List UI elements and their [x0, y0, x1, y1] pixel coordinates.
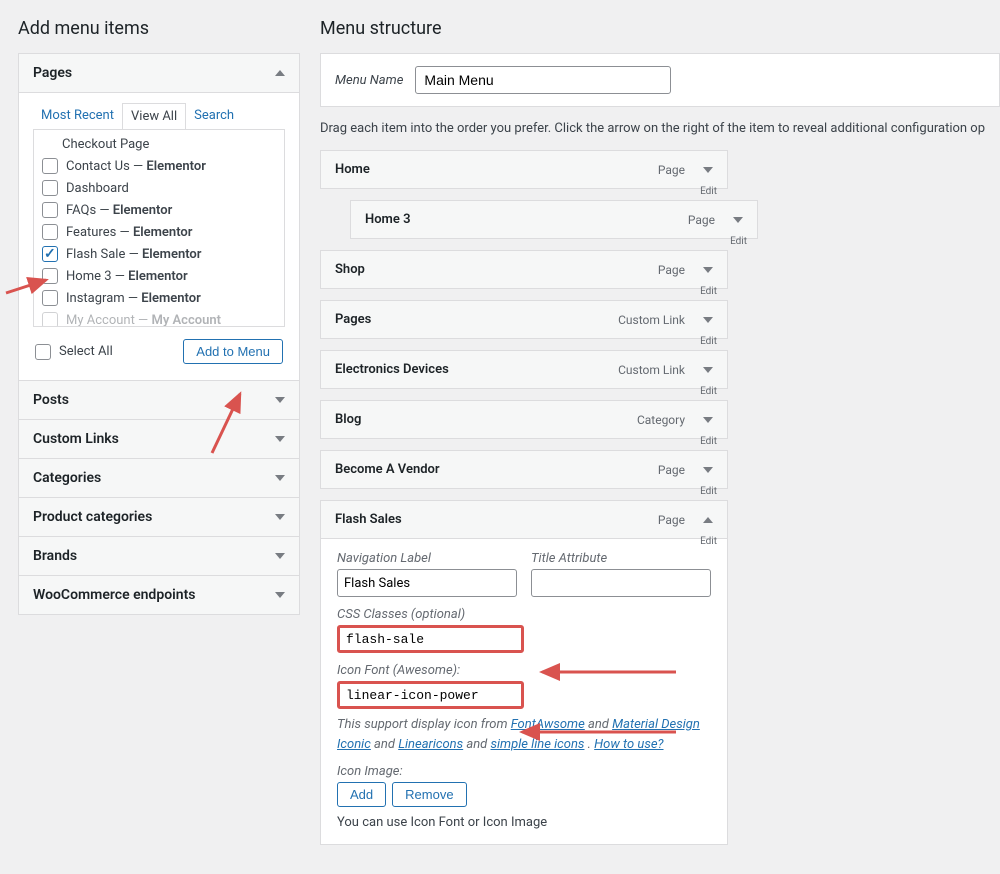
caret-down-icon[interactable] [703, 417, 713, 423]
pages-list[interactable]: Checkout Page Contact Us — Elementor Das… [33, 129, 285, 327]
tab-search[interactable]: Search [186, 103, 242, 129]
list-item[interactable]: Checkout Page [40, 134, 278, 155]
icon-note: You can use Icon Font or Icon Image [337, 815, 711, 830]
icon-font-label: Icon Font (Awesome): [337, 663, 711, 678]
list-item[interactable]: Instagram — Elementor [40, 287, 278, 309]
caret-down-icon[interactable] [733, 217, 743, 223]
menu-name-label: Menu Name [335, 73, 403, 88]
remove-icon-image-button[interactable]: Remove [392, 782, 466, 807]
page-checkbox[interactable] [42, 158, 58, 174]
icon-image-label: Icon Image: [337, 764, 711, 779]
panel-product-categories-header[interactable]: Product categories [19, 498, 299, 536]
menu-item-home-3[interactable]: Home 3 Page Edit [350, 200, 758, 239]
caret-up-icon [275, 70, 285, 76]
caret-down-icon[interactable] [703, 167, 713, 173]
link-simple-line-icons[interactable]: simple line icons [490, 737, 584, 752]
title-attr-input[interactable] [531, 569, 711, 597]
panel-pages-title: Pages [33, 65, 72, 81]
panel-posts: Posts [18, 381, 300, 420]
list-item[interactable]: Dashboard [40, 177, 278, 199]
link-linearicons[interactable]: Linearicons [398, 737, 463, 752]
caret-down-icon [275, 592, 285, 598]
pages-tabs: Most Recent View All Search [33, 103, 285, 129]
list-item[interactable]: Home 3 — Elementor [40, 265, 278, 287]
list-item[interactable]: My Account — My Account [40, 309, 278, 327]
menu-item-flash-sales[interactable]: Flash Sales Page Edit [320, 500, 728, 539]
nav-label-label: Navigation Label [337, 551, 517, 566]
page-checkbox[interactable] [42, 180, 58, 196]
menu-name-bar: Menu Name [320, 53, 1000, 107]
panel-pages: Pages Most Recent View All Search Checko… [18, 53, 300, 381]
caret-down-icon [275, 436, 285, 442]
menu-item-shop[interactable]: Shop Page Edit [320, 250, 728, 289]
panel-custom-links: Custom Links [18, 420, 300, 459]
caret-down-icon[interactable] [703, 467, 713, 473]
tab-most-recent[interactable]: Most Recent [33, 103, 122, 129]
panel-brands-header[interactable]: Brands [19, 537, 299, 575]
panel-brands: Brands [18, 537, 300, 576]
panel-posts-header[interactable]: Posts [19, 381, 299, 419]
panel-categories-header[interactable]: Categories [19, 459, 299, 497]
menu-item-flash-sales-panel: Navigation Label Title Attribute CSS Cla… [320, 539, 728, 845]
panel-categories: Categories [18, 459, 300, 498]
select-all-checkbox[interactable] [35, 344, 51, 360]
css-classes-input[interactable] [337, 625, 524, 653]
menu-item-home[interactable]: Home Page Edit [320, 150, 728, 189]
page-checkbox[interactable] [42, 202, 58, 218]
menu-name-input[interactable] [415, 66, 671, 94]
panel-woocommerce-endpoints-header[interactable]: WooCommerce endpoints [19, 576, 299, 614]
caret-down-icon [275, 475, 285, 481]
panel-product-categories: Product categories [18, 498, 300, 537]
list-item[interactable]: Flash Sale — Elementor [40, 243, 278, 265]
caret-down-icon[interactable] [703, 367, 713, 373]
caret-down-icon[interactable] [703, 267, 713, 273]
menu-item-vendor[interactable]: Become A Vendor Page Edit [320, 450, 728, 489]
page-checkbox-flash-sale[interactable] [42, 246, 58, 262]
panel-pages-header[interactable]: Pages [19, 54, 299, 93]
add-to-menu-button[interactable]: Add to Menu [183, 339, 283, 364]
caret-down-icon[interactable] [703, 317, 713, 323]
menu-item-pages[interactable]: Pages Custom Link Edit [320, 300, 728, 339]
link-fontawesome[interactable]: FontAwsome [511, 717, 585, 732]
caret-down-icon [275, 553, 285, 559]
drag-help-text: Drag each item into the order you prefer… [320, 121, 1000, 136]
list-item[interactable]: Features — Elementor [40, 221, 278, 243]
page-checkbox[interactable] [42, 290, 58, 306]
caret-down-icon [275, 514, 285, 520]
page-checkbox[interactable] [42, 312, 58, 327]
page-checkbox[interactable] [42, 268, 58, 284]
title-attr-label: Title Attribute [531, 551, 711, 566]
menu-structure-heading: Menu structure [320, 18, 1000, 39]
menu-item-electronics[interactable]: Electronics Devices Custom Link Edit [320, 350, 728, 389]
caret-up-icon[interactable] [703, 517, 713, 523]
tab-view-all[interactable]: View All [122, 103, 186, 129]
css-classes-label: CSS Classes (optional) [337, 607, 711, 622]
add-menu-heading: Add menu items [18, 18, 300, 39]
icon-help-text: This support display icon from FontAwsom… [337, 715, 711, 754]
list-item[interactable]: Contact Us — Elementor [40, 155, 278, 177]
panel-custom-links-header[interactable]: Custom Links [19, 420, 299, 458]
select-all-label[interactable]: Select All [35, 344, 113, 360]
icon-font-input[interactable] [337, 681, 524, 709]
menu-item-blog[interactable]: Blog Category Edit [320, 400, 728, 439]
caret-down-icon [275, 397, 285, 403]
link-how-to-use[interactable]: How to use? [594, 737, 663, 752]
list-item[interactable]: FAQs — Elementor [40, 199, 278, 221]
nav-label-input[interactable] [337, 569, 517, 597]
page-checkbox[interactable] [42, 224, 58, 240]
add-icon-image-button[interactable]: Add [337, 782, 386, 807]
menu-items-list: Home Page Edit Home 3 Page Edit Shop Pag… [320, 150, 1000, 845]
panel-woocommerce-endpoints: WooCommerce endpoints [18, 576, 300, 615]
